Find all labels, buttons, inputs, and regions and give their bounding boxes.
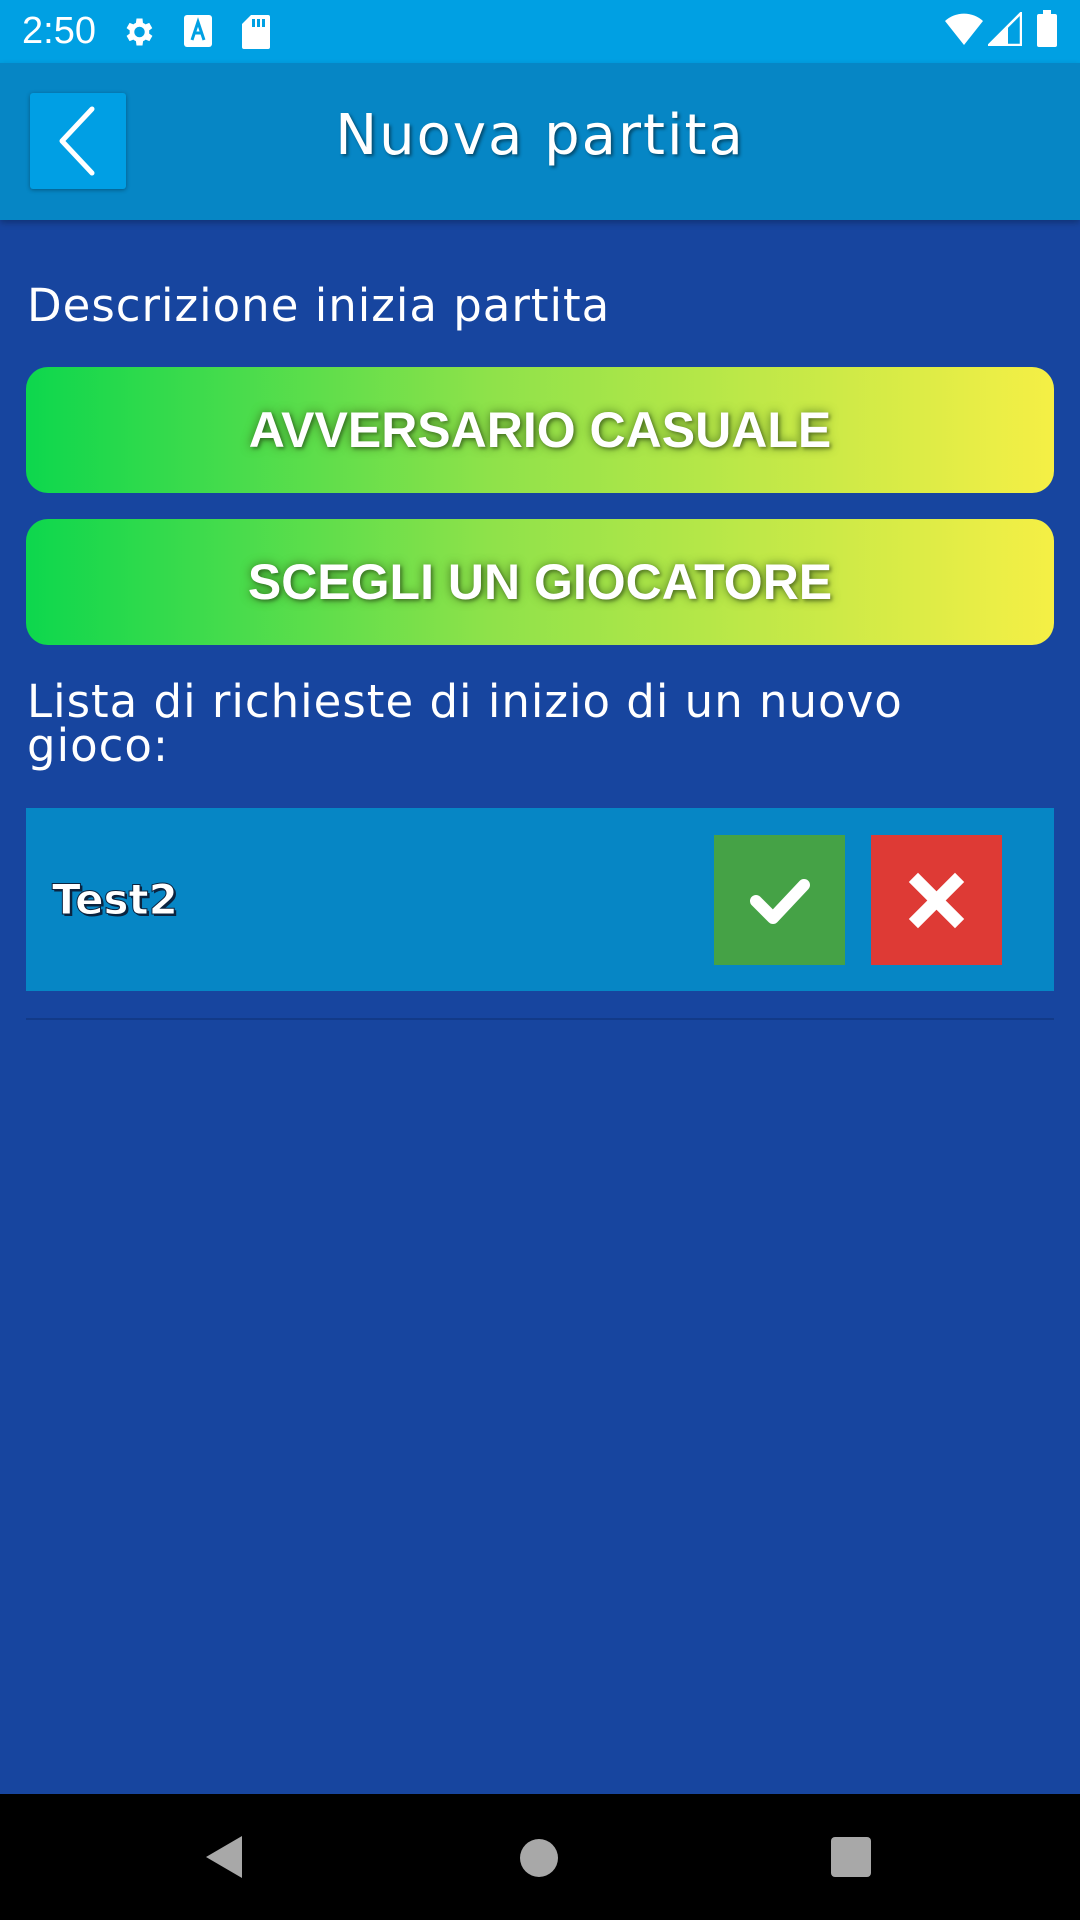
status-time: 2:50 — [22, 10, 96, 52]
back-button[interactable] — [30, 93, 126, 189]
text-a-icon — [183, 14, 213, 52]
random-opponent-button[interactable]: AVVERSARIO CASUALE — [26, 367, 1054, 493]
requests-heading: Lista di richieste di inizio di un nuovo… — [27, 675, 903, 772]
accept-request-button[interactable] — [714, 835, 845, 965]
signal-icon — [985, 9, 1023, 50]
battery-icon — [1036, 10, 1058, 52]
choose-player-button[interactable]: SCEGLI UN GIOCATORE — [26, 519, 1054, 645]
app-bar: Nuova partita — [0, 63, 1080, 220]
system-nav-bar — [0, 1794, 1080, 1920]
wifi-icon — [944, 12, 984, 50]
gear-icon — [120, 14, 156, 54]
status-bar: 2:50 — [0, 0, 1080, 63]
chevron-left-icon — [59, 106, 95, 176]
home-circle-icon[interactable] — [519, 1838, 559, 1882]
close-icon — [908, 872, 965, 929]
request-player-name: Test2 — [52, 875, 179, 925]
page-title: Nuova partita — [335, 103, 745, 168]
check-icon — [750, 879, 810, 924]
recents-square-icon[interactable] — [830, 1836, 872, 1882]
sd-card-icon — [241, 14, 271, 54]
reject-request-button[interactable] — [871, 835, 1002, 965]
request-row: Test2 — [26, 808, 1054, 991]
list-divider — [26, 1018, 1054, 1020]
description-text: Descrizione inizia partita — [27, 279, 611, 332]
back-triangle-icon[interactable] — [204, 1834, 244, 1884]
